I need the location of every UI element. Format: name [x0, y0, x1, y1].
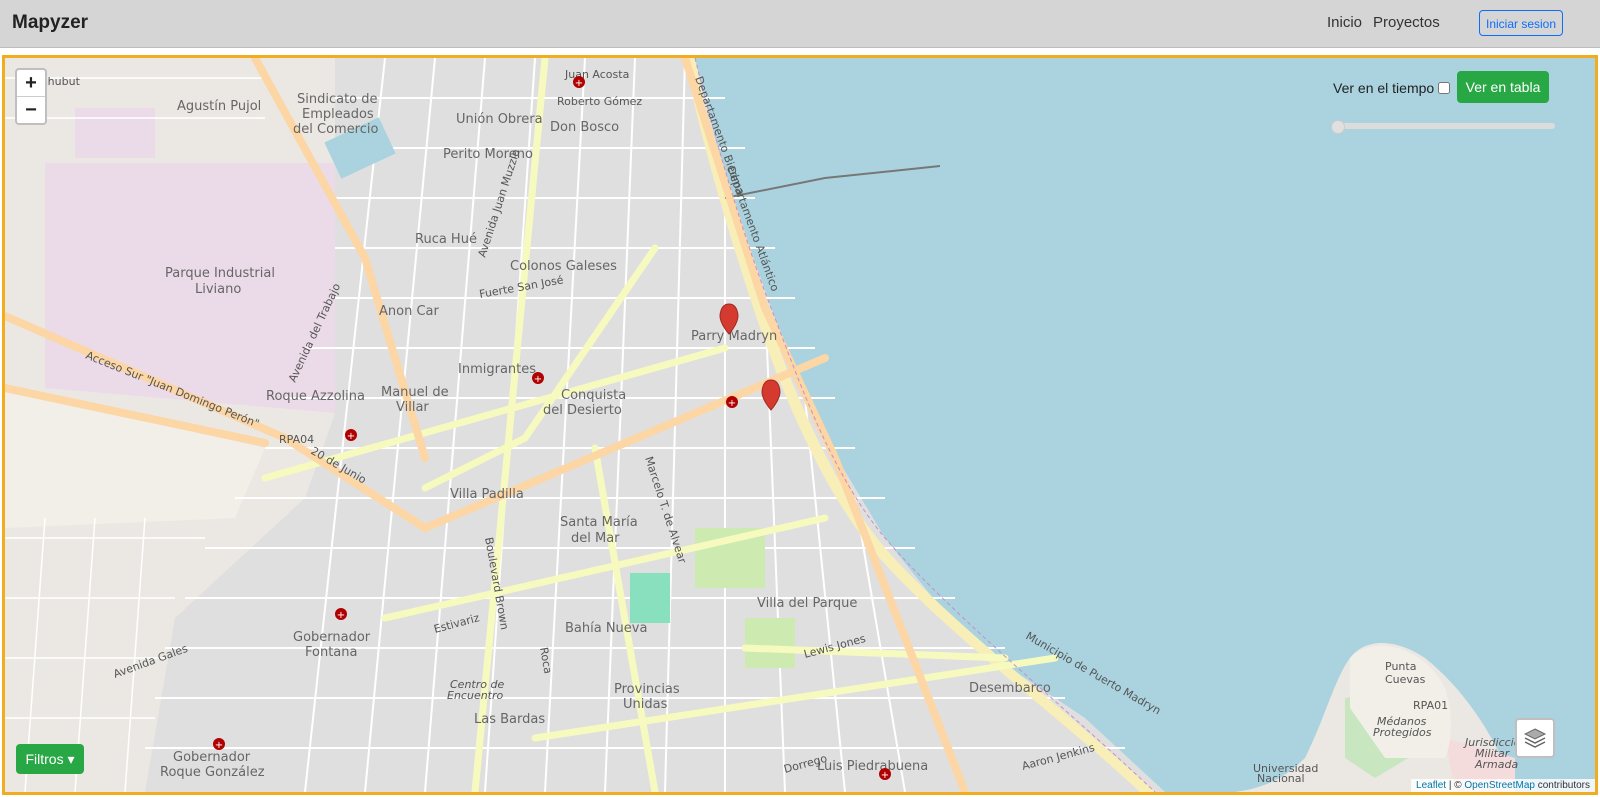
map-label-neighborhood: del Comercio: [293, 122, 379, 137]
map-label-neighborhood: Parque Industrial: [165, 266, 275, 281]
svg-text:+: +: [534, 374, 542, 385]
map-container[interactable]: Chubut Agustín Pujol Sindicato de Emplea…: [2, 55, 1598, 795]
map-label-point: Punta: [1385, 660, 1416, 673]
map-label-neighborhood: Manuel de: [381, 385, 449, 400]
industrial-zone-2: [75, 108, 155, 158]
map-label-neighborhood: Anon Car: [379, 304, 440, 319]
time-toggle-label: Ver en el tiempo: [1333, 80, 1435, 96]
layers-icon: [1523, 728, 1547, 748]
map-label-neighborhood: Santa María: [560, 515, 638, 530]
map-label-military: Armada: [1474, 758, 1518, 771]
map-label-neighborhood: Provincias: [614, 682, 680, 697]
map-label-neighborhood: Unidas: [623, 697, 668, 712]
map-label-neighborhood: Roque González: [160, 765, 265, 780]
svg-text:+: +: [347, 431, 355, 442]
time-toggle-checkbox[interactable]: [1438, 82, 1451, 94]
brand-title[interactable]: Mapyzer: [12, 12, 88, 34]
map-label-neighborhood: Agustín Pujol: [177, 99, 261, 114]
leaflet-link[interactable]: Leaflet: [1416, 780, 1446, 791]
layers-control[interactable]: [1515, 718, 1555, 758]
hospital-icon[interactable]: +: [213, 738, 225, 751]
svg-text:+: +: [215, 740, 223, 751]
map-label-neighborhood: Bahía Nueva: [565, 621, 647, 636]
map-label-neighborhood: Desembarco: [969, 681, 1051, 696]
view-table-button[interactable]: Ver en tabla: [1457, 71, 1549, 103]
hospital-icon[interactable]: +: [726, 396, 738, 409]
map-label-neighborhood: Villa del Parque: [757, 596, 857, 611]
svg-text:+: +: [728, 398, 736, 409]
map-label-neighborhood: Fontana: [305, 645, 357, 660]
chevron-down-icon: ▾: [67, 751, 75, 767]
map-label-point: Cuevas: [1385, 673, 1426, 686]
sports-field-2: [630, 573, 670, 623]
map-label-neighborhood: Parry Madryn: [691, 329, 777, 344]
route-label: RPA01: [1413, 699, 1448, 712]
map-label-neighborhood: Empleados: [302, 107, 374, 122]
nav-link-projects[interactable]: Proyectos: [1373, 14, 1440, 31]
zoom-in-button[interactable]: +: [17, 70, 45, 96]
map-label-place: Nacional: [1257, 772, 1305, 785]
map-label-neighborhood: Don Bosco: [550, 120, 619, 135]
map-label-park: Encuentro: [447, 689, 504, 702]
zoom-control: + −: [15, 68, 47, 125]
filters-dropdown-button[interactable]: Filtros ▾: [16, 744, 84, 774]
route-label: RPA04: [279, 433, 314, 446]
park-area-2: [745, 618, 795, 668]
svg-text:+: +: [337, 610, 345, 621]
map-label-neighborhood: Roque Azzolina: [266, 389, 365, 404]
hospital-icon[interactable]: +: [573, 76, 585, 89]
attribution-contributors: contributors: [1534, 780, 1590, 791]
map-label-protected: Protegidos: [1373, 726, 1432, 739]
map-label-neighborhood: Las Bardas: [474, 712, 545, 727]
map-label-neighborhood: Gobernador: [173, 750, 251, 765]
map-label-neighborhood: Liviano: [195, 282, 241, 297]
nav-link-home[interactable]: Inicio: [1327, 14, 1362, 31]
hospital-icon[interactable]: +: [345, 429, 357, 442]
time-slider-handle[interactable]: [1331, 120, 1345, 134]
svg-text:+: +: [881, 770, 889, 781]
time-toggle: Ver en el tiempo: [1333, 80, 1451, 96]
map-label-neighborhood: Inmigrantes: [458, 362, 536, 377]
login-button[interactable]: Iniciar sesion: [1479, 10, 1563, 36]
filters-label: Filtros: [25, 751, 64, 767]
svg-text:+: +: [575, 78, 583, 89]
map-label-neighborhood: Sindicato de: [297, 92, 378, 107]
osm-link[interactable]: OpenStreetMap: [1464, 780, 1535, 791]
hospital-icon[interactable]: +: [879, 768, 891, 781]
hospital-icon[interactable]: +: [532, 372, 544, 385]
map-label-neighborhood: Gobernador: [293, 630, 371, 645]
map-label-neighborhood: Conquista: [561, 388, 626, 403]
map-label-neighborhood: Unión Obrera: [456, 112, 543, 127]
map-label-neighborhood: Villar: [396, 400, 429, 415]
attribution-separator: | ©: [1446, 780, 1465, 791]
zoom-out-button[interactable]: −: [17, 97, 45, 123]
map-attribution: Leaflet | © OpenStreetMap contributors: [1411, 779, 1595, 792]
map-label-neighborhood: del Desierto: [543, 403, 622, 418]
map-label-neighborhood: Luis Piedrabuena: [817, 759, 928, 774]
map-canvas[interactable]: Chubut Agustín Pujol Sindicato de Emplea…: [5, 58, 1595, 792]
map-label-neighborhood: Ruca Hué: [415, 232, 477, 247]
map-label-place: Roberto Gómez: [557, 95, 642, 108]
map-label-neighborhood: Colonos Galeses: [510, 259, 617, 274]
time-slider[interactable]: [1331, 120, 1555, 134]
navbar: Mapyzer Inicio Proyectos Iniciar sesion: [0, 0, 1600, 48]
map-label-neighborhood: Villa Padilla: [450, 487, 524, 502]
hospital-icon[interactable]: +: [335, 608, 347, 621]
map-label-neighborhood: del Mar: [571, 531, 620, 546]
